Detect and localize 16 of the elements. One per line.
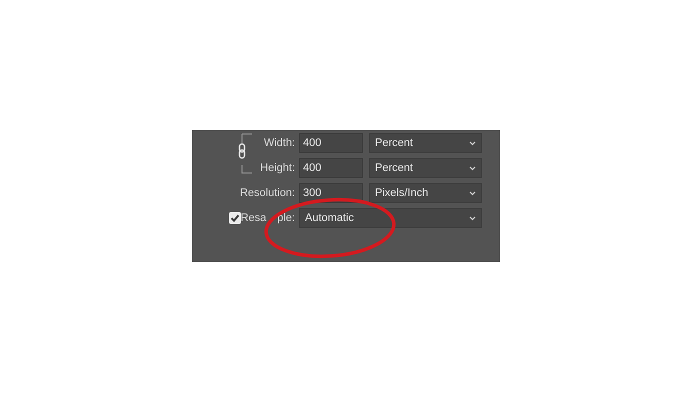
field-label: ple: (277, 212, 295, 224)
chevron-down-icon (469, 190, 476, 196)
input-field[interactable]: 400 (299, 158, 363, 178)
resample-dropdown[interactable]: Automatic (299, 208, 482, 228)
chevron-down-icon (469, 166, 476, 170)
chevron-down-icon (469, 140, 476, 146)
resample-checkbox[interactable] (229, 212, 241, 224)
field-label: Resa (240, 212, 266, 224)
unit-dropdown[interactable]: Pixels/Inch (369, 183, 482, 203)
chevron-down-icon (469, 216, 476, 220)
unit-dropdown[interactable]: Percent (369, 133, 482, 153)
field-label: Height: (260, 162, 296, 174)
field-label: Width: (264, 137, 296, 149)
unit-dropdown[interactable]: Percent (369, 158, 482, 178)
field-label: Resolution: (240, 187, 296, 199)
input-field[interactable]: 400 (299, 133, 363, 153)
